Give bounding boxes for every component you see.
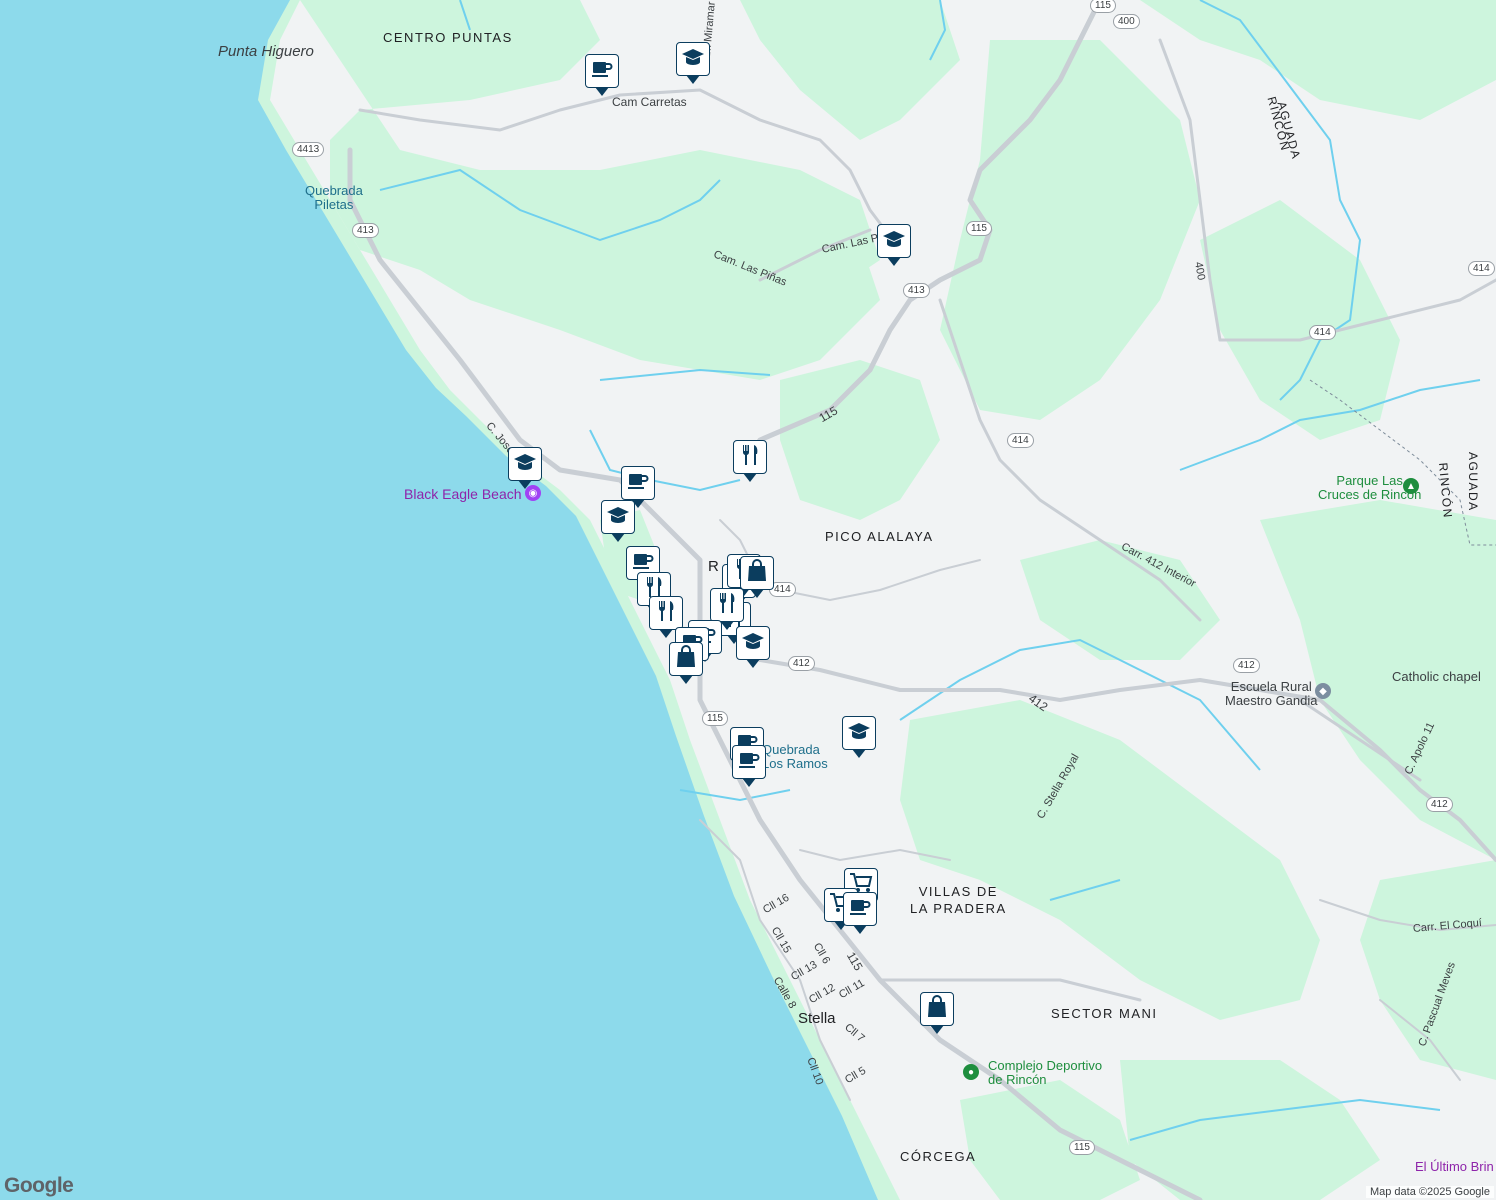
town-label-stella: Stella	[798, 1010, 836, 1027]
shopping-bag-icon	[675, 644, 697, 674]
restaurant-icon	[717, 591, 737, 620]
area-label-centro-puntas: CENTRO PUNTAS	[383, 30, 513, 45]
route-shield: 400	[1113, 14, 1140, 29]
area-label-corcega: CÓRCEGA	[900, 1149, 977, 1164]
map-marker-shopping-bag[interactable]	[669, 642, 705, 686]
shopping-bag-icon	[746, 558, 768, 588]
map-marker-school[interactable]	[601, 500, 637, 544]
school-icon	[606, 505, 630, 530]
route-shield: 414	[1468, 261, 1495, 276]
water-label-quebrada-piletas: Quebrada Piletas	[305, 183, 363, 212]
route-shield: 4413	[292, 142, 325, 157]
school-icon	[882, 229, 906, 254]
route-shield: 412	[1233, 658, 1260, 673]
map-marker-school[interactable]	[676, 42, 712, 86]
school-icon	[513, 452, 537, 477]
restaurant-icon	[740, 443, 760, 472]
school-poi-icon[interactable]: ◆	[1315, 683, 1331, 699]
area-label-villas-de-la-pradera: VILLAS DE LA PRADERA	[910, 884, 1007, 916]
map-marker-school[interactable]	[508, 447, 544, 491]
water-label-quebrada-los-ramos: Quebrada Los Ramos	[762, 742, 828, 771]
map-marker-school[interactable]	[736, 626, 772, 670]
school-icon	[741, 631, 765, 656]
poi-label-complejo-deportivo[interactable]: Complejo Deportivo de Rincón	[988, 1059, 1102, 1087]
poi-label-el-ultimo[interactable]: El Último Brin	[1415, 1159, 1494, 1174]
map-marker-school[interactable]	[877, 224, 913, 268]
route-shield: 115	[1069, 1140, 1095, 1155]
route-shield: 115	[1090, 0, 1116, 13]
map-marker-restaurant[interactable]	[733, 440, 769, 484]
route-shield: 412	[1426, 797, 1453, 812]
map-marker-coffee[interactable]	[843, 892, 879, 936]
park-icon[interactable]: ●	[963, 1064, 979, 1080]
google-logo: Google	[4, 1174, 74, 1197]
coffee-icon	[738, 750, 760, 775]
route-shield: 413	[352, 223, 379, 238]
poi-label-black-eagle-beach[interactable]: Black Eagle Beach	[404, 486, 522, 502]
map-marker-shopping-bag[interactable]	[920, 992, 956, 1036]
school-icon	[847, 721, 871, 746]
coffee-icon	[591, 59, 613, 84]
map-marker-coffee[interactable]	[585, 54, 621, 98]
tree-icon[interactable]: ▲	[1403, 478, 1419, 494]
route-shield: 414	[1007, 433, 1034, 448]
route-shield: 414	[1309, 325, 1336, 340]
route-shield: 115	[702, 711, 728, 726]
poi-label-escuela-rural[interactable]: Escuela Rural Maestro Gandia	[1225, 680, 1318, 708]
map-marker-school[interactable]	[842, 716, 878, 760]
coffee-icon	[627, 471, 649, 496]
area-label-aguada-2: AGUADA	[1466, 452, 1480, 512]
map-marker-coffee[interactable]	[732, 745, 768, 789]
place-label-punta-higuero: Punta Higuero	[218, 43, 314, 60]
coffee-icon	[849, 897, 871, 922]
restaurant-icon	[656, 599, 676, 628]
shopping-bag-icon	[926, 994, 948, 1024]
street-cam-carretas: Cam Carretas	[612, 95, 687, 109]
area-label-sector-mani: SECTOR MANI	[1051, 1006, 1158, 1021]
route-shield: 412	[788, 656, 815, 671]
school-icon	[681, 47, 705, 72]
route-shield: 115	[966, 221, 992, 236]
poi-label-catholic-chapel[interactable]: Catholic chapel	[1392, 669, 1481, 684]
route-shield: 413	[903, 283, 930, 298]
area-label-pico-alalaya: PICO ALALAYA	[825, 529, 934, 544]
town-label-rincon: R	[708, 558, 719, 575]
map-attribution[interactable]: Map data ©2025 Google	[1365, 1186, 1494, 1198]
